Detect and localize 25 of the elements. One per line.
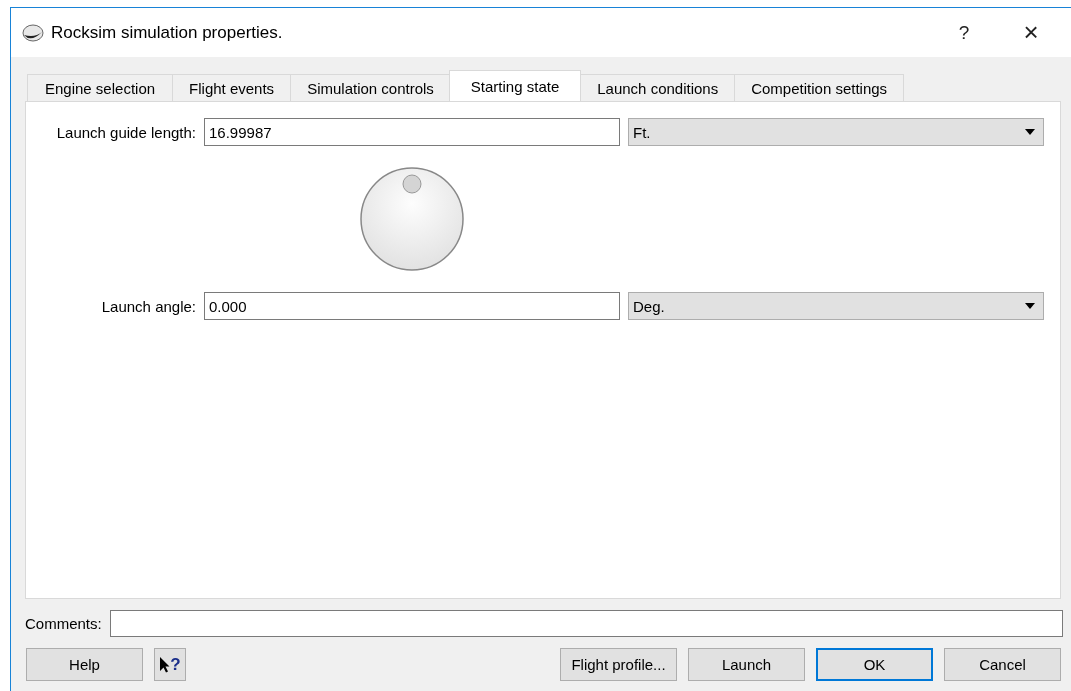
dialog-button[interactable]: Launch xyxy=(688,648,805,681)
field-label: Launch guide length: xyxy=(55,123,196,141)
caret-icon xyxy=(1025,303,1035,309)
caret-icon xyxy=(1025,129,1035,135)
whats-this-button[interactable]: ? xyxy=(154,648,186,681)
dialog-button[interactable]: OK xyxy=(816,648,933,681)
field-label: Launch angle: xyxy=(100,297,196,315)
app-icon xyxy=(21,22,45,43)
comments-field[interactable] xyxy=(109,610,1063,637)
close-button[interactable]: × xyxy=(1001,17,1061,48)
help-button[interactable]: Help xyxy=(26,648,143,681)
window-title: Rocksim simulation properties. xyxy=(51,22,284,43)
pointer-icon xyxy=(159,656,171,673)
comments-label: Comments: xyxy=(25,615,102,632)
help-button[interactable]: ? xyxy=(927,21,1001,44)
dialog-button[interactable]: Cancel xyxy=(944,648,1061,681)
unit-dropdown[interactable]: Deg. xyxy=(628,292,1044,320)
tab[interactable]: Engine selection xyxy=(27,74,174,101)
dialog-button[interactable]: Flight profile... xyxy=(560,648,677,681)
tab[interactable]: Competition settings xyxy=(734,74,905,101)
dial-knob[interactable] xyxy=(359,166,465,272)
unit-dropdown[interactable]: Ft. xyxy=(628,118,1044,146)
input-field[interactable]: 16.99987 xyxy=(204,118,620,146)
tab[interactable]: Starting state xyxy=(448,70,582,101)
input-field[interactable]: 0.000 xyxy=(204,292,620,320)
